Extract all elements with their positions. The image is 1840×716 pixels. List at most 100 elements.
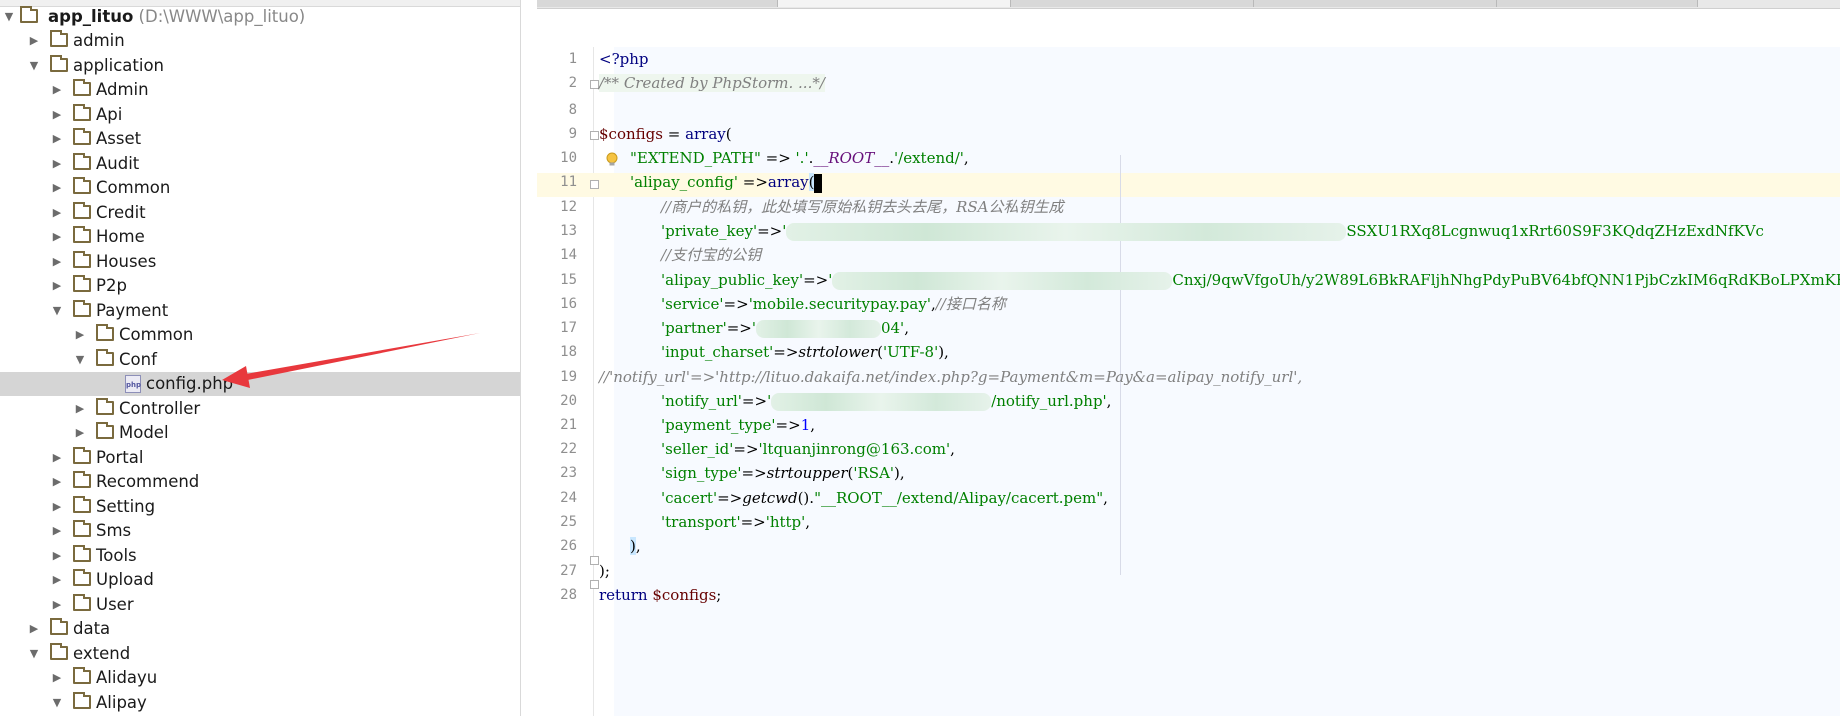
expand-icon[interactable]: ▶ [73, 323, 87, 347]
fold-toggle-icon[interactable] [590, 180, 599, 189]
tree-item-label: Api [96, 104, 123, 124]
expand-icon[interactable]: ▶ [50, 544, 64, 568]
string-token: Cnxj/9qwVfgoUh/y2W89L6BkRAFljhNhgPdyPuBV… [1172, 271, 1840, 289]
tree-row-folder[interactable]: ▶ Api [0, 103, 520, 127]
collapse-icon[interactable]: ▼ [50, 299, 64, 323]
token: ), [938, 343, 949, 361]
string-token: 'seller_id' [661, 440, 734, 458]
expand-icon[interactable]: ▶ [50, 250, 64, 274]
tree-row-folder[interactable]: ▶ Portal [0, 446, 520, 470]
tree-row-folder[interactable]: ▶ Houses [0, 250, 520, 274]
editor-tab[interactable] [537, 0, 778, 7]
fold-toggle-icon[interactable] [590, 131, 599, 140]
tree-row-folder[interactable]: ▶ Common [0, 176, 520, 200]
editor-tab[interactable] [1254, 0, 1497, 7]
expand-icon[interactable]: ▶ [50, 78, 64, 102]
string-token: 'alipay_config' [630, 173, 739, 191]
editor-tab-active[interactable] [778, 0, 1011, 7]
tree-row-folder[interactable]: ▼ Payment [0, 299, 520, 323]
expand-icon[interactable]: ▶ [50, 593, 64, 617]
tree-row-folder[interactable]: ▶ P2p [0, 274, 520, 298]
expand-icon[interactable]: ▶ [50, 176, 64, 200]
folded-comment[interactable]: /** Created by PhpStorm. ...*/ [599, 74, 825, 92]
expand-icon[interactable]: ▶ [50, 152, 64, 176]
folder-icon [73, 544, 91, 562]
expand-icon[interactable]: ▶ [27, 29, 41, 53]
expand-icon[interactable]: ▶ [50, 225, 64, 249]
expand-icon[interactable]: ▶ [73, 397, 87, 421]
line-number: 10 [560, 150, 577, 166]
tree-row-folder[interactable]: ▶ data [0, 617, 520, 641]
var-configs: $configs [647, 586, 717, 604]
tree-row-folder[interactable]: ▶ Setting [0, 495, 520, 519]
comment-token: //'notify_url'=>'http://lituo.dakaifa.ne… [599, 368, 1303, 386]
tree-row-folder[interactable]: ▶ Controller [0, 397, 520, 421]
tree-item-label: Conf [119, 349, 157, 369]
tree-row-folder[interactable]: ▶ User [0, 593, 520, 617]
code-line-14: //支付宝的公钥 [661, 243, 761, 267]
expand-icon[interactable]: ▶ [50, 470, 64, 494]
fold-toggle-icon[interactable] [590, 580, 599, 589]
tree-row-folder[interactable]: ▶ admin [0, 29, 520, 53]
string-token: 'sign_type' [661, 464, 742, 482]
tree-row-folder[interactable]: ▶ Admin [0, 78, 520, 102]
collapse-icon[interactable]: ▼ [2, 5, 16, 29]
line-number: 1 [568, 51, 577, 67]
collapse-icon[interactable]: ▼ [27, 642, 41, 666]
code-line-20: 'notify_url'=>'/notify_url.php', [661, 389, 1111, 413]
tree-row-folder[interactable]: ▶ Recommend [0, 470, 520, 494]
tree-row-folder[interactable]: ▶ Asset [0, 127, 520, 151]
tree-row-folder[interactable]: ▼ application [0, 54, 520, 78]
expand-icon[interactable]: ▶ [27, 617, 41, 641]
fold-toggle-icon[interactable] [590, 556, 599, 565]
tree-row-folder[interactable]: ▶ Upload [0, 568, 520, 592]
tree-row-folder[interactable]: ▶ Credit [0, 201, 520, 225]
expand-icon[interactable]: ▶ [50, 201, 64, 225]
project-root-name: app_lituo [48, 7, 134, 26]
expand-icon[interactable]: ▶ [50, 127, 64, 151]
token: => [741, 392, 768, 410]
collapse-icon[interactable]: ▼ [73, 348, 87, 372]
tree-item-label: Setting [96, 496, 156, 516]
tree-row-folder[interactable]: ▼ extend [0, 642, 520, 666]
tree-row-root[interactable]: ▼ app_lituo (D:\WWW\app_lituo) [0, 5, 520, 29]
tree-row-folder[interactable]: ▶ Common [0, 323, 520, 347]
expand-icon[interactable]: ▶ [50, 274, 64, 298]
tree-row-folder[interactable]: ▼ Conf [0, 348, 520, 372]
tree-row-file[interactable]: php config.php [0, 372, 520, 396]
tree-row-folder[interactable]: ▶ Sms [0, 519, 520, 543]
tree-item-label: data [73, 619, 111, 638]
editor-tab[interactable] [1011, 0, 1254, 7]
expand-icon[interactable]: ▶ [50, 568, 64, 592]
fold-toggle-icon[interactable] [590, 80, 599, 89]
expand-icon[interactable]: ▶ [73, 421, 87, 445]
token: => [773, 343, 799, 361]
expand-icon[interactable]: ▶ [50, 666, 64, 690]
expand-icon[interactable]: ▶ [50, 103, 64, 127]
string-token: 'cacert' [661, 489, 718, 507]
lightbulb-icon[interactable] [605, 152, 619, 168]
tree-row-folder[interactable]: ▶ Tools [0, 544, 520, 568]
folder-icon [73, 446, 91, 464]
folder-icon [20, 6, 38, 23]
expand-icon[interactable]: ▶ [50, 446, 64, 470]
folder-icon [73, 79, 91, 96]
tree-row-folder[interactable]: ▼ Alipay [0, 691, 520, 715]
code-editor[interactable]: 1 2 8 9 10 11 12 13 14 15 16 17 18 19 20 21 22 23 24 25 26 27… [537, 0, 1840, 716]
string-token: "__ROOT__/extend/Alipay/cacert.pem" [814, 489, 1104, 507]
expand-icon[interactable]: ▶ [50, 495, 64, 519]
string-token: 'input_charset' [661, 343, 774, 361]
line-number: 13 [560, 223, 577, 239]
tree-row-folder[interactable]: ▶ Alidayu [0, 666, 520, 690]
tree-row-folder[interactable]: ▶ Model [0, 421, 520, 445]
expand-icon[interactable]: ▶ [50, 519, 64, 543]
line-number: 24 [560, 490, 577, 506]
tree-row-folder[interactable]: ▶ Audit [0, 152, 520, 176]
tree-row-folder[interactable]: ▶ Home [0, 225, 520, 249]
editor-tab[interactable] [1497, 0, 1698, 7]
string-token: 'ltquanjinrong@163.com' [758, 440, 951, 458]
redacted-region [786, 223, 1347, 241]
collapse-icon[interactable]: ▼ [27, 54, 41, 78]
code-line-22: 'seller_id'=>'ltquanjinrong@163.com', [661, 437, 955, 461]
collapse-icon[interactable]: ▼ [50, 691, 64, 715]
